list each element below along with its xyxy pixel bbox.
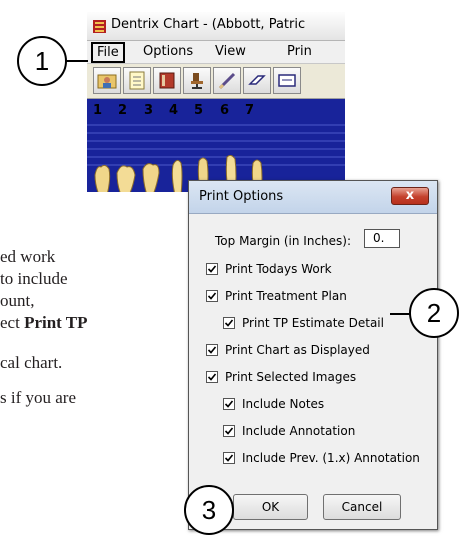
close-icon: x [405, 188, 415, 203]
checkbox-box[interactable] [223, 398, 235, 410]
tooth-number: 7 [245, 103, 255, 118]
notepad-icon [129, 71, 145, 90]
checkmark-icon [207, 265, 217, 273]
toolbar-patient-button[interactable] [93, 67, 121, 94]
checkbox-label: Include Annotation [242, 424, 356, 438]
top-margin-label: Top Margin (in Inches): [215, 234, 352, 248]
callout-step-2: 2 [409, 288, 459, 338]
checkmark-icon [207, 346, 217, 354]
doc-text-line: ount, [0, 291, 35, 310]
patient-folder-icon [97, 74, 117, 89]
dialog-body: Top Margin (in Inches): 0. Print Todays … [189, 214, 437, 529]
callout-pointer [66, 60, 88, 62]
pen-icon [218, 72, 236, 90]
checkmark-icon [224, 400, 234, 408]
window-title-bar: Dentrix Chart - (Abbott, Patric [87, 12, 345, 41]
callout-step-3: 3 [184, 485, 234, 535]
toolbar-form-button[interactable] [273, 67, 301, 94]
dentrix-chart-window: Dentrix Chart - (Abbott, Patric File Opt… [87, 12, 345, 192]
toolbar [87, 64, 345, 99]
dialog-title: Print Options [199, 189, 284, 204]
menu-options[interactable]: Options [143, 44, 193, 59]
tooth-number: 3 [144, 103, 154, 118]
checkmark-icon [207, 292, 217, 300]
checkbox-label: Print Todays Work [225, 262, 332, 276]
eraser-icon [248, 75, 266, 85]
checkbox-box[interactable] [223, 452, 235, 464]
top-margin-input[interactable]: 0. [364, 229, 400, 248]
toolbar-pen-button[interactable] [213, 67, 241, 94]
checkbox-label: Print Treatment Plan [225, 289, 347, 303]
toolbar-eraser-button[interactable] [243, 67, 271, 94]
dentrix-app-icon [93, 20, 106, 33]
checkbox-label: Include Prev. (1.x) Annotation [242, 451, 420, 465]
tooth-number: 5 [194, 103, 204, 118]
dental-chair-icon [191, 73, 203, 89]
checkbox-box[interactable] [223, 317, 235, 329]
checkbox-label: Print Chart as Displayed [225, 343, 370, 357]
toolbar-book-button[interactable] [153, 67, 181, 94]
close-button[interactable]: x [391, 187, 429, 205]
doc-text-line: s if you are [0, 388, 77, 407]
toolbar-notes-button[interactable] [123, 67, 151, 94]
menu-bar: File Options View Prin [87, 41, 345, 64]
checkbox-box[interactable] [206, 290, 218, 302]
checkbox-box[interactable] [206, 344, 218, 356]
checkbox-box[interactable] [223, 425, 235, 437]
doc-text-line: to include [0, 269, 68, 288]
doc-bold-term: Print TP [24, 313, 88, 332]
checkmark-icon [207, 373, 217, 381]
menu-file[interactable]: File [91, 42, 125, 63]
menu-print[interactable]: Prin [287, 44, 312, 59]
checkbox-label: Print TP Estimate Detail [242, 316, 384, 330]
print-options-dialog: Print Options x Top Margin (in Inches): … [188, 180, 438, 530]
form-icon [278, 74, 296, 87]
checkbox-label: Include Notes [242, 397, 325, 411]
menu-view[interactable]: View [215, 44, 246, 59]
doc-text-line: cal chart. [0, 353, 63, 372]
checkmark-icon [224, 454, 234, 462]
dialog-title-bar: Print Options x [189, 181, 437, 214]
tooth-chart[interactable]: 1 2 3 4 5 6 7 [87, 99, 345, 192]
tooth-number: 1 [93, 103, 103, 118]
checkbox-label: Print Selected Images [225, 370, 357, 384]
checkmark-icon [224, 427, 234, 435]
checkmark-icon [224, 319, 234, 327]
doc-text-line: ed work [0, 247, 56, 266]
tooth-number: 2 [118, 103, 128, 118]
tooth-number: 6 [220, 103, 230, 118]
ok-button[interactable]: OK [233, 494, 308, 520]
doc-text-line: ect Print TP [0, 313, 88, 332]
callout-step-1: 1 [17, 36, 67, 86]
toolbar-chair-button[interactable] [183, 67, 211, 94]
checkbox-box[interactable] [206, 371, 218, 383]
book-icon [159, 72, 175, 89]
tooth-number: 4 [169, 103, 179, 118]
window-title: Dentrix Chart - (Abbott, Patric [111, 17, 306, 32]
checkbox-box[interactable] [206, 263, 218, 275]
cancel-button[interactable]: Cancel [323, 494, 401, 520]
